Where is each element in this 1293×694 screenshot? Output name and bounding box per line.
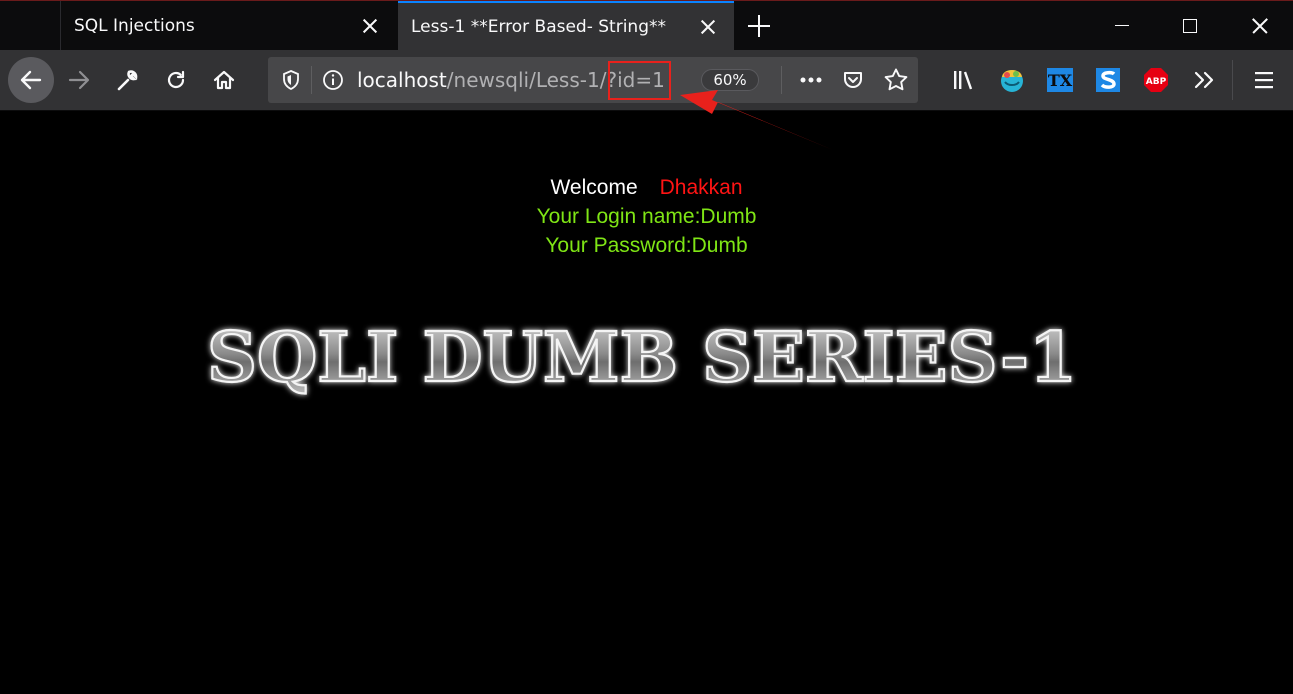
tab-strip: SQL Injections Less-1 **Error Based- Str…: [0, 0, 1293, 51]
s-extension-button[interactable]: [1092, 64, 1124, 96]
adblock-plus-button[interactable]: ABP: [1140, 64, 1172, 96]
tab-less-1[interactable]: Less-1 **Error Based- String**: [398, 1, 734, 51]
sqli-dumb-series-banner: SQLI DUMB SERIES-1: [206, 317, 1078, 399]
abp-label: ABP: [1146, 77, 1167, 87]
close-tab-icon[interactable]: [698, 17, 718, 37]
tab-label: SQL Injections: [74, 16, 195, 36]
wrench-icon: [117, 70, 138, 91]
close-window-button[interactable]: [1224, 1, 1293, 51]
password-text: Your Password:Dumb: [545, 234, 748, 257]
banner-text: SQLI DUMB SERIES-1: [207, 318, 1077, 398]
page-actions-icon[interactable]: [798, 69, 824, 91]
hamburger-menu-icon: [1255, 72, 1273, 89]
library-icon: [954, 71, 973, 90]
tab-label: Less-1 **Error Based- String**: [411, 17, 666, 37]
username-text: Dhakkan: [659, 176, 743, 199]
close-tab-icon[interactable]: [360, 16, 380, 36]
toolbar-separator: [1232, 60, 1233, 100]
back-arrow-icon: [20, 70, 42, 90]
welcome-text: Welcome: [550, 176, 638, 199]
back-button[interactable]: [8, 57, 54, 103]
url-path: /newsqli/Less-1/: [446, 68, 607, 92]
url-bar[interactable]: localhost/newsqli/Less-1/?id=1 60%: [268, 57, 918, 103]
colorful-extension-icon: [1001, 70, 1023, 92]
reload-button[interactable]: [160, 64, 192, 96]
url-separator: [781, 66, 782, 94]
forward-arrow-icon: [68, 70, 90, 90]
minimize-button[interactable]: [1086, 1, 1156, 51]
forward-button[interactable]: [63, 64, 95, 96]
url-host: localhost: [357, 68, 447, 92]
double-chevron-right-icon: [1194, 71, 1214, 89]
login-name-text: Your Login name:Dumb: [536, 205, 757, 228]
url-query-highlight-box: [608, 61, 671, 100]
tx-label: TX: [1048, 71, 1073, 90]
overflow-menu-button[interactable]: [1188, 64, 1220, 96]
maximize-button[interactable]: [1155, 1, 1225, 51]
colorful-extension-button[interactable]: [996, 64, 1028, 96]
tracking-protection-shield-icon[interactable]: [280, 69, 302, 91]
tx-icon: TX: [1047, 68, 1073, 92]
home-button[interactable]: [208, 64, 240, 96]
url-separator: [311, 66, 312, 94]
home-icon: [213, 70, 235, 90]
nav-bar: localhost/newsqli/Less-1/?id=1 60% TX AB…: [0, 50, 1293, 111]
tx-extension-button[interactable]: TX: [1044, 64, 1076, 96]
pocket-icon[interactable]: [841, 68, 865, 92]
hamburger-menu-button[interactable]: [1248, 64, 1280, 96]
site-info-icon[interactable]: [322, 69, 344, 91]
s-icon: [1096, 68, 1120, 92]
customize-button[interactable]: [111, 64, 143, 96]
welcome-line: Welcome Dhakkan: [0, 176, 1293, 200]
page-content: Welcome Dhakkan Your Login name:Dumb Your…: [0, 111, 1293, 694]
library-button[interactable]: [948, 64, 980, 96]
bookmark-star-icon[interactable]: [883, 67, 909, 93]
zoom-level-badge[interactable]: 60%: [701, 69, 759, 91]
tab-sql-injections[interactable]: SQL Injections: [60, 1, 396, 51]
reload-icon: [167, 70, 185, 89]
abp-icon: ABP: [1144, 68, 1168, 92]
new-tab-button[interactable]: [748, 14, 772, 38]
